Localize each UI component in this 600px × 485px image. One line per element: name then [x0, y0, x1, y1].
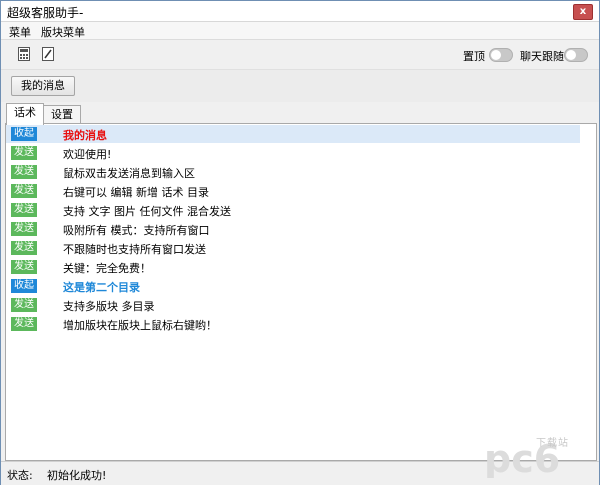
- pin-top-label: 置顶: [463, 50, 485, 63]
- send-button[interactable]: 发送: [11, 203, 37, 217]
- message-bar: 我的消息: [1, 69, 599, 102]
- list-item[interactable]: 发送 吸附所有 模式：支持所有窗口: [6, 220, 580, 238]
- tab-settings[interactable]: 设置: [43, 105, 81, 124]
- send-button[interactable]: 发送: [11, 260, 37, 274]
- script-text: 支持 文字 图片 任何文件 混合发送: [63, 205, 231, 218]
- close-button[interactable]: x: [573, 4, 593, 20]
- script-text: 增加版块在版块上鼠标右键哟！: [63, 319, 217, 332]
- list-item[interactable]: 发送 支持 文字 图片 任何文件 混合发送: [6, 201, 580, 219]
- collapse-button[interactable]: 收起: [11, 279, 37, 293]
- send-button[interactable]: 发送: [11, 241, 37, 255]
- toolbar: 置顶 聊天跟随: [1, 40, 599, 68]
- list-item-category[interactable]: 收起 我的消息: [6, 125, 580, 143]
- script-text: 鼠标双击发送消息到输入区: [63, 167, 195, 180]
- chat-follow-toggle[interactable]: [564, 48, 588, 62]
- script-text: 支持多版块 多目录: [63, 300, 155, 313]
- status-label: 状态:: [7, 469, 33, 482]
- calculator-icon[interactable]: [18, 47, 30, 61]
- list-item[interactable]: 发送 支持多版块 多目录: [6, 296, 580, 314]
- my-messages-button[interactable]: 我的消息: [11, 76, 75, 96]
- list-item-category[interactable]: 收起 这是第二个目录: [6, 277, 580, 295]
- send-button[interactable]: 发送: [11, 298, 37, 312]
- list-item[interactable]: 发送 增加版块在版块上鼠标右键哟！: [6, 315, 580, 333]
- send-button[interactable]: 发送: [11, 317, 37, 331]
- status-text: 初始化成功!: [47, 469, 107, 482]
- tab-scripts[interactable]: 话术: [6, 103, 44, 125]
- script-text: 欢迎使用!: [63, 148, 112, 161]
- pin-top-toggle[interactable]: [489, 48, 513, 62]
- list-item[interactable]: 发送 不跟随时也支持所有窗口发送: [6, 239, 580, 257]
- menu-item-section-menu[interactable]: 版块菜单: [41, 24, 85, 40]
- send-button[interactable]: 发送: [11, 165, 37, 179]
- list-item[interactable]: 发送 关键：完全免费！: [6, 258, 580, 276]
- menu-item-menu[interactable]: 菜单: [9, 24, 31, 40]
- category-label: 这是第二个目录: [63, 281, 140, 294]
- chat-follow-label: 聊天跟随: [520, 50, 564, 63]
- menu-bar: 菜单 版块菜单: [1, 22, 599, 40]
- send-button[interactable]: 发送: [11, 222, 37, 236]
- list-item[interactable]: 发送 欢迎使用!: [6, 144, 580, 162]
- watermark-sub: 下载站: [536, 438, 569, 449]
- script-text: 右键可以 编辑 新增 话术 目录: [63, 186, 209, 199]
- title-bar: 超级客服助手- x: [1, 1, 599, 22]
- app-window: 超级客服助手- x 菜单 版块菜单 置顶 聊天跟随 我的消息 话术 设置 收起 …: [0, 0, 600, 485]
- list-item[interactable]: 发送 鼠标双击发送消息到输入区: [6, 163, 580, 181]
- collapse-button[interactable]: 收起: [11, 127, 37, 141]
- watermark-logo: pc6 下载站: [484, 432, 594, 481]
- send-button[interactable]: 发送: [11, 184, 37, 198]
- script-text: 吸附所有 模式：支持所有窗口: [63, 224, 210, 237]
- script-text: 不跟随时也支持所有窗口发送: [63, 243, 206, 256]
- window-title: 超级客服助手-: [7, 6, 84, 20]
- toggle-knob: [491, 50, 501, 60]
- toggle-knob: [566, 50, 576, 60]
- category-label: 我的消息: [63, 129, 107, 142]
- send-button[interactable]: 发送: [11, 146, 37, 160]
- script-text: 关键：完全免费！: [63, 262, 151, 275]
- list-item[interactable]: 发送 右键可以 编辑 新增 话术 目录: [6, 182, 580, 200]
- edit-icon[interactable]: [42, 47, 54, 61]
- script-list: 收起 我的消息 发送 欢迎使用! 发送 鼠标双击发送消息到输入区 发送 右键可以…: [5, 123, 597, 461]
